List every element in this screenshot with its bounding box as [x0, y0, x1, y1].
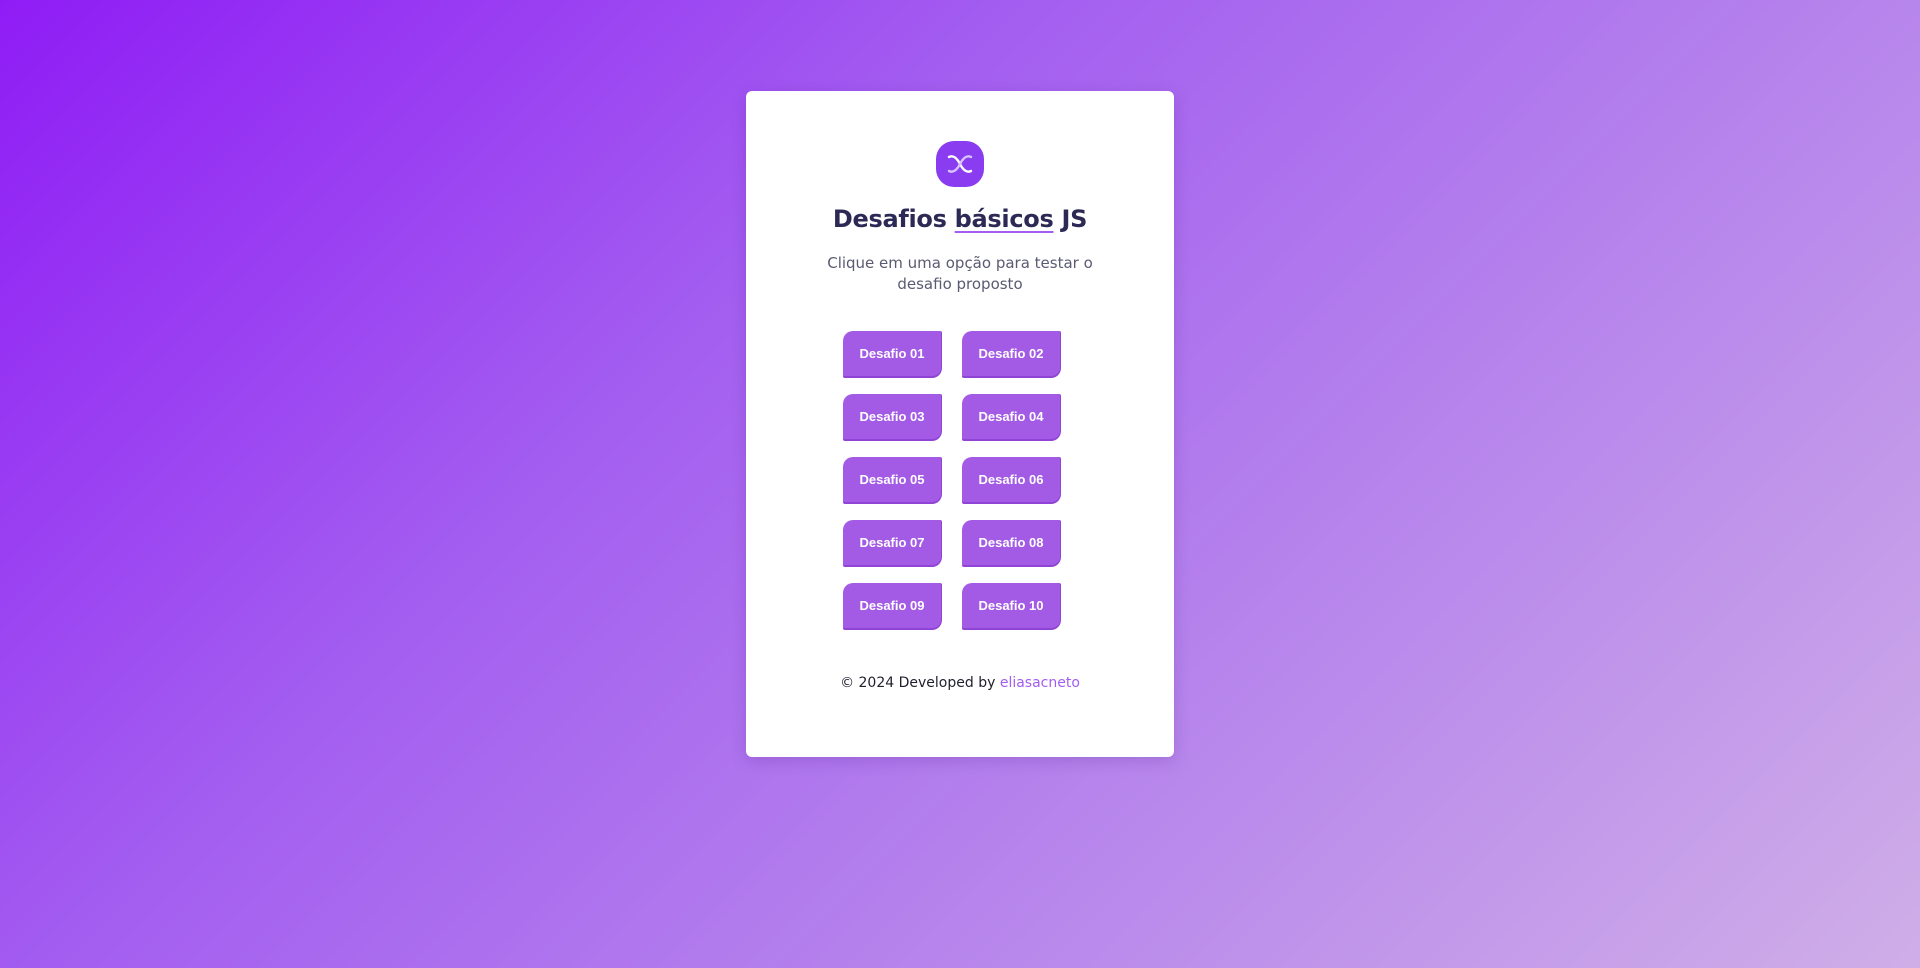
footer-text: © 2024 Developed by	[840, 675, 1000, 691]
challenge-05-button[interactable]: Desafio 05	[843, 457, 942, 504]
challenge-02-button[interactable]: Desafio 02	[962, 331, 1061, 378]
challenge-07-button[interactable]: Desafio 07	[843, 520, 942, 567]
logo-glyph	[947, 155, 973, 173]
challenge-03-button[interactable]: Desafio 03	[843, 394, 942, 441]
challenge-09-button[interactable]: Desafio 09	[843, 583, 942, 630]
page-subtitle: Clique em uma opção para testar o desafi…	[827, 254, 1093, 293]
challenge-button-grid: Desafio 01 Desafio 02 Desafio 03 Desafio…	[843, 331, 1065, 630]
title-prefix: Desafios	[832, 205, 955, 233]
page-title: Desafios básicos JS	[746, 205, 1174, 233]
challenge-06-button[interactable]: Desafio 06	[962, 457, 1061, 504]
title-highlight: básicos	[954, 205, 1054, 233]
footer: © 2024 Developed by eliasacneto	[746, 675, 1174, 691]
challenge-01-button[interactable]: Desafio 01	[843, 331, 942, 378]
challenges-card: Desafios básicos JS Clique em uma opção …	[746, 91, 1174, 757]
challenge-08-button[interactable]: Desafio 08	[962, 520, 1061, 567]
js-logo-icon	[936, 141, 984, 187]
title-suffix: JS	[1053, 205, 1088, 233]
challenge-10-button[interactable]: Desafio 10	[962, 583, 1061, 630]
challenge-04-button[interactable]: Desafio 04	[962, 394, 1061, 441]
author-link[interactable]: eliasacneto	[1000, 675, 1080, 691]
